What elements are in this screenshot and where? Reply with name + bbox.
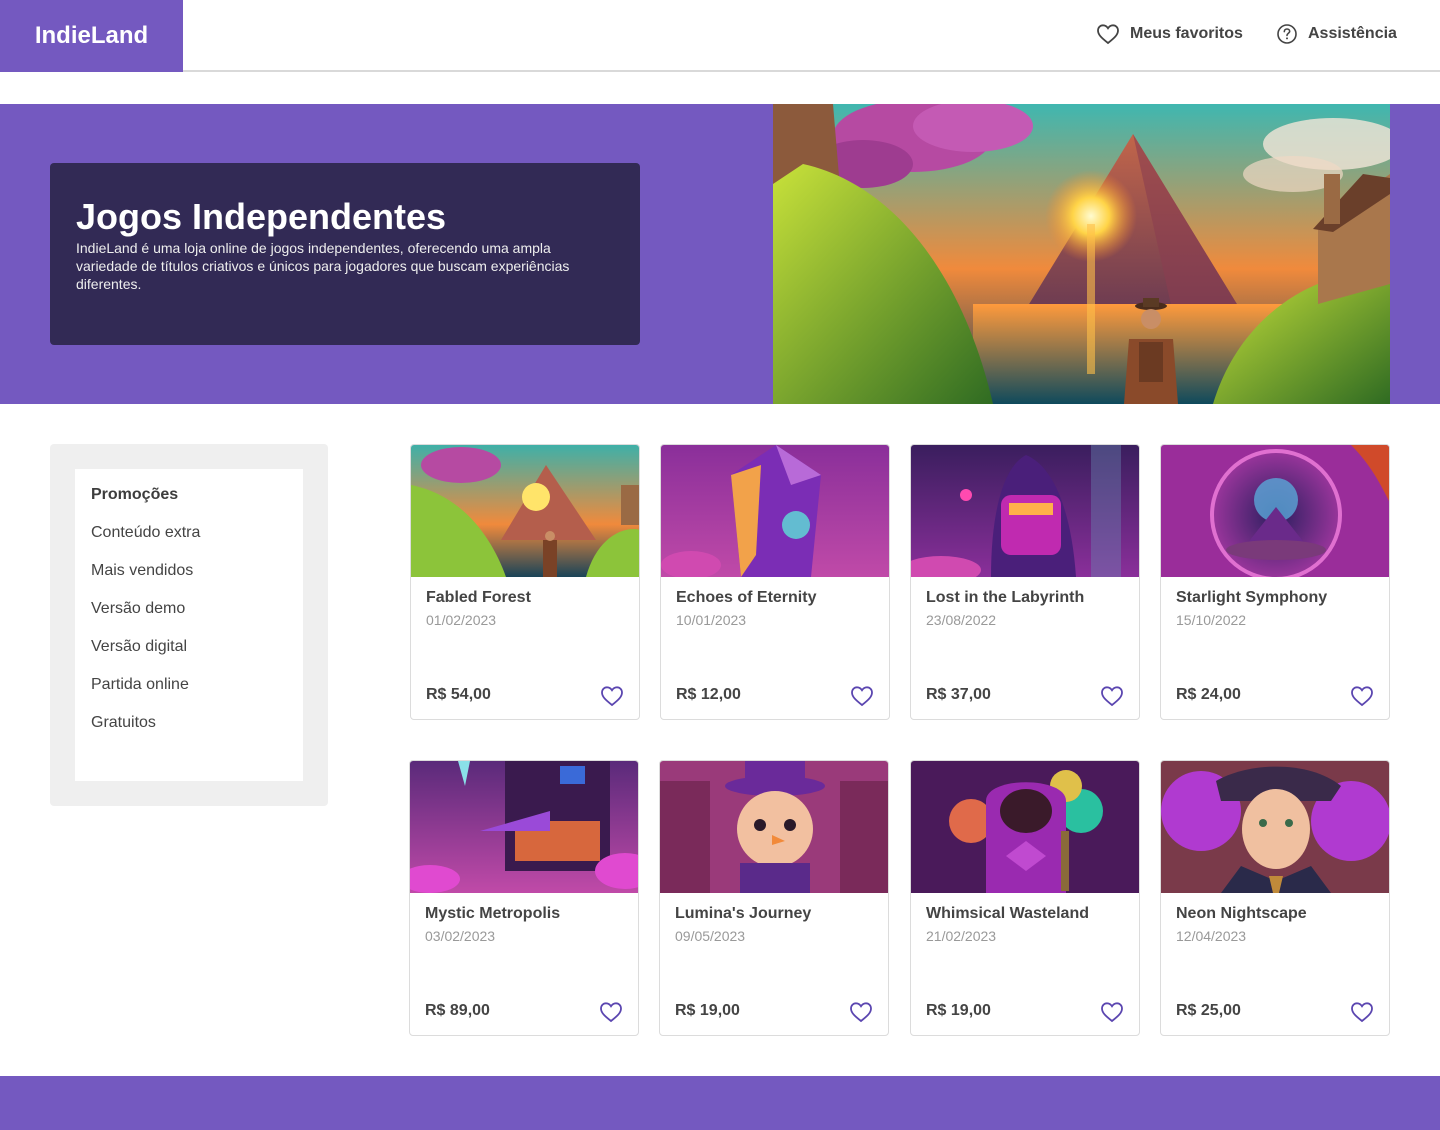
sidebar-item-mais-vendidos[interactable]: Mais vendidos bbox=[75, 561, 303, 599]
game-card[interactable]: Mystic Metropolis 03/02/2023 R$ 89,00 bbox=[409, 760, 639, 1036]
game-title: Mystic Metropolis bbox=[425, 905, 561, 922]
hero-title: Jogos Independentes bbox=[76, 196, 447, 237]
logo[interactable]: IndieLand bbox=[0, 0, 183, 72]
game-release-date: 10/01/2023 bbox=[676, 612, 747, 628]
favorite-heart-icon[interactable] bbox=[1100, 1000, 1124, 1024]
game-price: R$ 19,00 bbox=[926, 1002, 991, 1019]
category-sidebar: Promoções Conteúdo extra Mais vendidos V… bbox=[50, 444, 328, 806]
sidebar-item-versao-demo[interactable]: Versão demo bbox=[75, 599, 303, 637]
game-price: R$ 54,00 bbox=[426, 686, 491, 703]
help-link[interactable]: Assistência bbox=[1276, 20, 1397, 48]
game-cover-image bbox=[661, 445, 889, 577]
hero-banner: Jogos Independentes IndieLand é uma loja… bbox=[0, 104, 1440, 404]
game-cover-image bbox=[1161, 445, 1389, 577]
game-price: R$ 19,00 bbox=[675, 1002, 740, 1019]
game-release-date: 23/08/2022 bbox=[926, 612, 997, 628]
hero-text-card: Jogos Independentes IndieLand é uma loja… bbox=[50, 163, 640, 345]
game-title: Fabled Forest bbox=[426, 589, 531, 606]
sidebar-item-versao-digital[interactable]: Versão digital bbox=[75, 637, 303, 675]
favorite-heart-icon[interactable] bbox=[1100, 684, 1124, 708]
hero-illustration bbox=[773, 104, 1390, 404]
game-card[interactable]: Echoes of Eternity 10/01/2023 R$ 12,00 bbox=[660, 444, 890, 720]
game-title: Lost in the Labyrinth bbox=[926, 589, 1085, 606]
game-price: R$ 89,00 bbox=[425, 1002, 490, 1019]
game-title: Starlight Symphony bbox=[1176, 589, 1328, 606]
sidebar-item-promocoes[interactable]: Promoções bbox=[75, 485, 303, 523]
favorite-heart-icon[interactable] bbox=[1350, 1000, 1374, 1024]
footer bbox=[0, 1076, 1440, 1130]
game-release-date: 21/02/2023 bbox=[926, 928, 997, 944]
game-release-date: 15/10/2022 bbox=[1176, 612, 1247, 628]
game-release-date: 12/04/2023 bbox=[1176, 928, 1247, 944]
game-cover-image bbox=[660, 761, 888, 893]
game-release-date: 09/05/2023 bbox=[675, 928, 746, 944]
game-cover-image bbox=[911, 761, 1139, 893]
help-label: Assistência bbox=[1308, 25, 1397, 42]
game-title: Neon Nightscape bbox=[1176, 905, 1307, 922]
game-cover-image bbox=[411, 445, 639, 577]
game-card[interactable]: Whimsical Wasteland 21/02/2023 R$ 19,00 bbox=[910, 760, 1140, 1036]
sidebar-item-gratuitos[interactable]: Gratuitos bbox=[75, 713, 303, 751]
favorite-heart-icon[interactable] bbox=[600, 684, 624, 708]
sidebar-item-conteudo-extra[interactable]: Conteúdo extra bbox=[75, 523, 303, 561]
game-price: R$ 25,00 bbox=[1176, 1002, 1241, 1019]
game-release-date: 03/02/2023 bbox=[425, 928, 496, 944]
game-title: Echoes of Eternity bbox=[676, 589, 817, 606]
heart-icon bbox=[1097, 24, 1119, 45]
game-price: R$ 24,00 bbox=[1176, 686, 1241, 703]
favorites-link[interactable]: Meus favoritos bbox=[1096, 20, 1243, 48]
game-card[interactable]: Starlight Symphony 15/10/2022 R$ 24,00 bbox=[1160, 444, 1390, 720]
game-card[interactable]: Lost in the Labyrinth 23/08/2022 R$ 37,0… bbox=[910, 444, 1140, 720]
sidebar-item-partida-online[interactable]: Partida online bbox=[75, 675, 303, 713]
game-release-date: 01/02/2023 bbox=[426, 612, 497, 628]
game-cover-image bbox=[410, 761, 638, 893]
game-price: R$ 37,00 bbox=[926, 686, 991, 703]
game-price: R$ 12,00 bbox=[676, 686, 741, 703]
game-card[interactable]: Fabled Forest 01/02/2023 R$ 54,00 bbox=[410, 444, 640, 720]
game-cover-image bbox=[911, 445, 1139, 577]
game-title: Lumina's Journey bbox=[675, 905, 812, 922]
game-title: Whimsical Wasteland bbox=[926, 905, 1089, 922]
game-card[interactable]: Neon Nightscape 12/04/2023 R$ 25,00 bbox=[1160, 760, 1390, 1036]
favorite-heart-icon[interactable] bbox=[849, 1000, 873, 1024]
favorite-heart-icon[interactable] bbox=[850, 684, 874, 708]
question-circle-icon bbox=[1277, 24, 1297, 44]
hero-description: IndieLand é uma loja online de jogos ind… bbox=[76, 240, 570, 292]
favorite-heart-icon[interactable] bbox=[599, 1000, 623, 1024]
game-cover-image bbox=[1161, 761, 1389, 893]
top-header: IndieLand Meus favoritos Assistência bbox=[0, 0, 1440, 72]
favorite-heart-icon[interactable] bbox=[1350, 684, 1374, 708]
favorites-label: Meus favoritos bbox=[1130, 25, 1243, 42]
category-list: Promoções Conteúdo extra Mais vendidos V… bbox=[75, 469, 303, 781]
game-card[interactable]: Lumina's Journey 09/05/2023 R$ 19,00 bbox=[659, 760, 889, 1036]
